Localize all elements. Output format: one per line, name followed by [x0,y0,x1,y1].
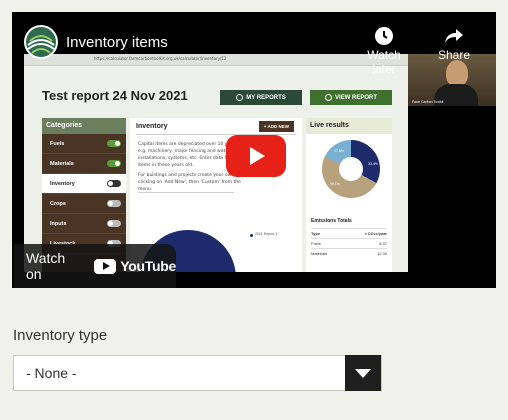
presenter-name: Farm Carbon Toolkit [412,100,444,104]
farm-logo-icon [26,27,56,57]
pie-slice-label: 33.4% [368,162,378,166]
reports-icon [236,94,244,101]
inventory-type-label: Inventory type [13,327,108,344]
category-row: Fuels [42,134,126,154]
watch-on-youtube-button[interactable]: Watch on YouTube [14,244,176,288]
emissions-type: Fuels [311,241,321,246]
watch-on-label: Watch on [26,250,66,282]
emissions-value: 12.30 [376,251,387,256]
categories-heading: Categories [42,118,126,134]
category-label: Fuels [50,140,65,147]
inventory-help-text: For buildings and projects create your o… [138,173,242,192]
clock-icon [375,27,393,45]
chart-icon [324,94,332,101]
youtube-logo-icon [94,258,117,274]
category-row: Crops [42,194,126,214]
watch-later-label: Watch later [367,48,401,76]
category-toggle [107,200,121,207]
emissions-col-unit: t CO₂e/year [365,231,387,236]
inventory-type-select[interactable]: - None - [13,355,382,391]
view-report-label: VIEW REPORT [334,94,377,101]
live-results-donut-chart [322,140,380,198]
category-row: Inputs [42,214,126,234]
presenter-head [446,60,468,86]
category-label: Inventory [50,180,75,187]
category-toggle [107,220,121,227]
inventory-heading: Inventory [136,123,168,130]
legend-label: 2021 Report 1 [255,232,278,236]
emissions-value: 8.37 [379,241,387,246]
category-label: Materials [50,160,74,167]
inventory-type-value: - None - [26,365,77,381]
emissions-row: Materials 12.30 [311,248,387,256]
report-title: Test report 24 Nov 2021 [42,88,188,103]
category-toggle [107,160,121,167]
emissions-title: Emissions Totals [311,218,352,224]
emissions-row: Fuels 8.37 [311,238,387,246]
live-results-heading: Live results [306,118,392,134]
browser-url-bar: https://calculator.farmcarbontoolkit.org… [24,54,408,66]
category-toggle [107,180,121,187]
share-button[interactable]: Share [426,26,482,62]
category-label: Crops [50,200,66,207]
emissions-col-type: Type [311,231,321,236]
share-label: Share [437,48,471,62]
emissions-type: Materials [311,251,328,256]
category-row-active: Inventory [42,174,126,194]
share-arrow-icon [445,29,463,43]
add-new-button: + ADD NEW [258,121,294,132]
category-row: Materials [42,154,126,174]
browser-url: https://calculator.farmcarbontoolkit.org… [94,56,227,61]
pie-slice-label: 17.5% [334,149,344,153]
category-label: Inputs [50,220,67,227]
play-icon [250,147,265,165]
divider [138,192,234,193]
emissions-header-row: Type t CO₂e/year [311,228,387,236]
live-results-panel: Live results 33.4% 49.1% 17.5% Emissions… [306,118,392,272]
my-reports-button: MY REPORTS [220,90,302,105]
watch-later-button[interactable]: Watch later [356,26,412,76]
select-arrow-button[interactable] [345,355,381,391]
legend-swatch [250,234,253,237]
channel-logo[interactable] [24,25,58,59]
chevron-down-icon [355,368,371,378]
youtube-wordmark: YouTube [120,258,176,274]
pie-slice-label: 49.1% [330,182,340,186]
play-button[interactable] [226,135,286,177]
video-frame: https://calculator.farmcarbontoolkit.org… [24,54,408,272]
my-reports-label: MY REPORTS [246,94,286,101]
video-title[interactable]: Inventory items [66,34,168,51]
view-report-button: VIEW REPORT [310,90,392,105]
category-toggle [107,140,121,147]
video-player[interactable]: https://calculator.farmcarbontoolkit.org… [12,12,496,288]
